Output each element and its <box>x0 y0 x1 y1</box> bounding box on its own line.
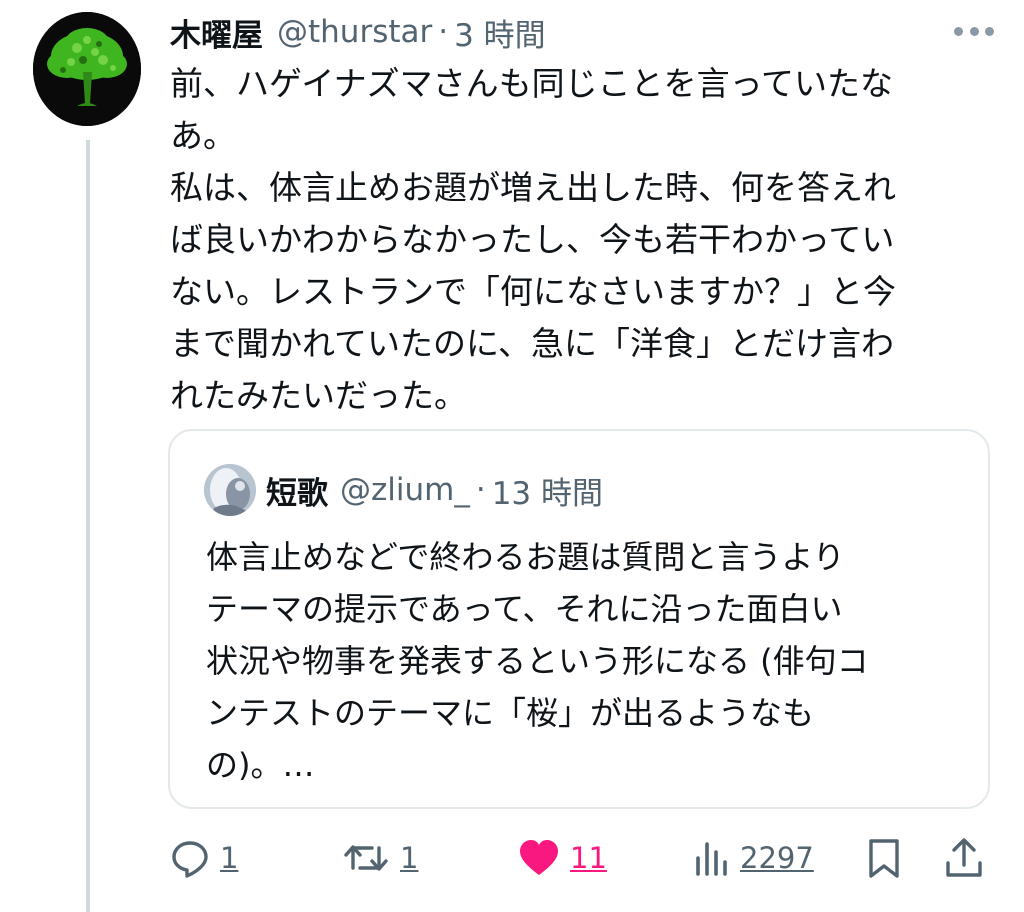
quoted-tweet-card[interactable]: 短歌 @zlium_ · 13 時間 体言止めなどで終わるお題は質問と言うより … <box>168 429 990 809</box>
dot <box>954 26 963 36</box>
bar-chart-icon <box>696 842 727 876</box>
quote-text-line: テーマの提示であって、それに沿った面白い <box>206 590 843 628</box>
tree-avatar-svg <box>33 12 141 126</box>
quote-separator-dot: · <box>475 472 486 508</box>
heart-icon <box>520 840 558 875</box>
reply-count[interactable]: 1 <box>220 841 238 875</box>
quote-avatar-svg <box>204 464 256 516</box>
quote-header: 短歌 @zlium_ · 13 時間 <box>266 465 603 515</box>
quote-text-line: の)。… <box>206 746 315 784</box>
views-button[interactable]: 2297 <box>694 826 814 890</box>
quote-timestamp[interactable]: 13 時間 <box>492 468 603 513</box>
quote-avatar[interactable] <box>204 464 256 516</box>
tree-avatar-icon[interactable] <box>33 12 141 126</box>
display-name[interactable]: 木曜屋 <box>170 10 263 55</box>
timestamp[interactable]: 3 時間 <box>454 10 546 55</box>
user-handle[interactable]: @thurstar <box>277 14 432 50</box>
retweet-icon <box>344 845 388 871</box>
quote-text-line: 状況や物事を発表するという形になる (俳句コ <box>206 642 869 680</box>
action-bar: 1 1 11 2297 <box>0 826 1024 890</box>
views-count[interactable]: 2297 <box>740 841 814 875</box>
like-count[interactable]: 11 <box>570 841 607 875</box>
tweet-text: 前、ハゲイナズマさんも同じことを言っていたな あ。 私は、体言止めお題が増え出し… <box>170 58 990 422</box>
tweet-text-line: あ。 <box>170 116 236 155</box>
reply-icon <box>172 841 208 878</box>
separator-dot: · <box>438 14 449 50</box>
dot <box>985 26 994 36</box>
bookmark-icon <box>869 839 899 878</box>
bookmark-button[interactable] <box>866 826 902 890</box>
quote-display-name[interactable]: 短歌 <box>266 468 328 513</box>
thread-line <box>86 140 90 912</box>
share-button[interactable] <box>944 826 984 890</box>
more-dots-icon[interactable] <box>954 20 994 42</box>
reply-button[interactable]: 1 <box>170 826 238 890</box>
tweet-text-line: れたみたいだった。 <box>170 376 467 415</box>
tweet-text-line: 前、ハゲイナズマさんも同じことを言っていたな <box>170 64 894 103</box>
quote-text-line: 体言止めなどで終わるお題は質問と言うより <box>206 538 845 576</box>
tweet-text-line: まで聞かれていたのに、急に「洋食」とだけ言わ <box>170 324 895 363</box>
tweet-header: 木曜屋 @thurstar · 3 時間 <box>170 10 546 54</box>
share-icon <box>946 838 982 877</box>
quote-text: 体言止めなどで終わるお題は質問と言うより テーマの提示であって、それに沿った面白… <box>206 531 976 791</box>
tweet-text-line: ない。レストランで「何になさいますか？」と今 <box>170 272 896 311</box>
dot <box>969 26 979 36</box>
retweet-count[interactable]: 1 <box>400 841 418 875</box>
tweet-text-line: 私は、体言止めお題が増え出した時、何を答えれ <box>170 168 896 207</box>
tweet-text-line: ば良いかわからなかったし、今も若干わかってい <box>170 220 895 259</box>
quote-text-line: ンテストのテーマに「桜」が出るようなも <box>206 694 815 732</box>
like-button[interactable]: 11 <box>518 826 607 890</box>
quote-handle[interactable]: @zlium_ <box>340 472 470 508</box>
retweet-button[interactable]: 1 <box>342 826 418 890</box>
